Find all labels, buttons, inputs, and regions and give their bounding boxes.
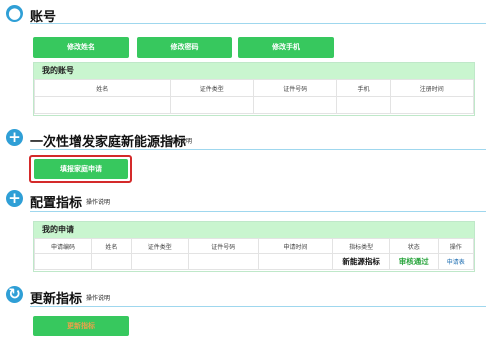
divider	[30, 23, 486, 24]
update-indicator-button[interactable]: 更新指标	[33, 316, 129, 336]
my-account-panel: 我的账号 姓名 证件类型 证件号码 手机 注册时间	[33, 62, 475, 116]
help-link[interactable]: 操作说明	[168, 136, 192, 145]
plus-icon: +	[6, 190, 23, 207]
application-form-link[interactable]: 申请表	[437, 253, 474, 270]
column-header: 指标类型	[332, 238, 391, 254]
column-header: 手机	[336, 79, 391, 97]
column-header: 证件号码	[187, 238, 259, 254]
help-link[interactable]: 操作说明	[86, 293, 110, 302]
indicator-type-cell: 新能源指标	[332, 253, 391, 270]
column-header: 证件号码	[252, 79, 338, 97]
plus-icon: +	[6, 129, 23, 146]
edit-phone-button[interactable]: 修改手机	[238, 37, 334, 58]
column-header: 注册时间	[389, 79, 474, 97]
table-row	[34, 96, 474, 114]
column-header: 申请编码	[33, 238, 93, 254]
divider	[30, 149, 486, 150]
column-header: 状态	[389, 238, 439, 254]
my-application-panel: 我的申请 申请编码 姓名 证件类型 证件号码 申请时间 指标类型 状态 操作 新…	[33, 221, 475, 272]
config-section-title: 配置指标	[30, 196, 83, 211]
divider	[30, 306, 486, 307]
column-header: 操作	[437, 238, 474, 254]
column-header: 申请时间	[257, 238, 334, 254]
table-row: 新能源指标 审核通过 申请表	[33, 253, 474, 270]
column-header: 姓名	[34, 79, 171, 97]
account-table: 姓名 证件类型 证件号码 手机 注册时间	[34, 79, 474, 114]
column-header: 姓名	[91, 238, 132, 254]
column-header: 证件类型	[130, 238, 189, 254]
edit-password-button[interactable]: 修改密码	[137, 37, 232, 58]
divider	[30, 211, 486, 212]
refresh-icon: ↻	[6, 286, 23, 303]
help-link[interactable]: 操作说明	[86, 197, 110, 206]
apply-family-button[interactable]: 填报家庭申请	[34, 159, 128, 179]
user-icon: ●	[6, 4, 23, 22]
status-badge: 审核通过	[389, 253, 439, 270]
update-section-title: 更新指标	[30, 292, 83, 307]
column-header: 证件类型	[169, 79, 254, 97]
application-table: 申请编码 姓名 证件类型 证件号码 申请时间 指标类型 状态 操作 新能源指标 …	[33, 238, 474, 270]
indicator-section-title: 一次性增发家庭新能源指标	[30, 135, 187, 150]
edit-name-button[interactable]: 修改姓名	[33, 37, 129, 58]
panel-title: 我的申请	[34, 222, 474, 238]
panel-title: 我的账号	[34, 63, 474, 79]
